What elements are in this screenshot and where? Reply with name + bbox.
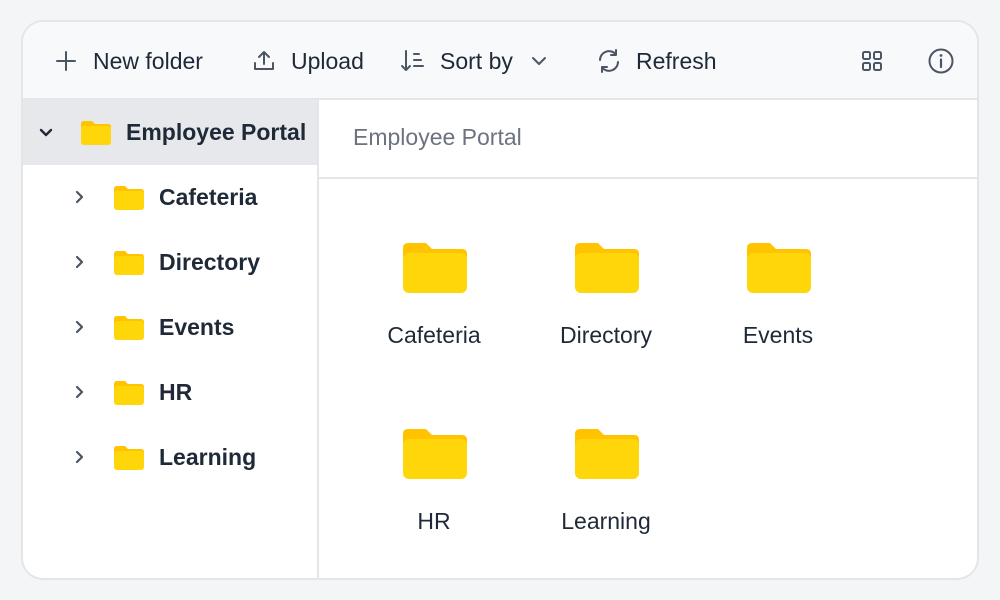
folder-tile-cafeteria[interactable]: Cafeteria: [364, 242, 504, 372]
folder-tile-hr[interactable]: HR: [364, 428, 504, 558]
folder-tile-events[interactable]: Events: [708, 242, 848, 372]
grid-view-icon: [862, 51, 882, 71]
sort-icon: [401, 50, 424, 71]
tree-item-directory[interactable]: Directory: [23, 230, 317, 295]
tree-item-events[interactable]: Events: [23, 295, 317, 360]
tree-item-cafeteria[interactable]: Cafeteria: [23, 165, 317, 230]
info-button[interactable]: [927, 22, 955, 100]
sort-by-label: Sort by: [440, 47, 513, 74]
grid-view-button[interactable]: [860, 22, 884, 100]
chevron-down-icon[interactable]: [37, 123, 55, 141]
tree-item-employee-portal[interactable]: Employee Portal: [23, 100, 317, 165]
folder-icon: [114, 381, 144, 405]
tree-item-learning[interactable]: Learning: [23, 425, 317, 490]
chevron-down-icon: [531, 57, 546, 65]
folder-tile-learning[interactable]: Learning: [536, 428, 676, 558]
chevron-right-icon[interactable]: [70, 318, 88, 336]
folder-tile-label: Learning: [561, 508, 651, 534]
file-manager-window: New folder Upload Sort by Refresh Employ…: [21, 20, 979, 580]
folder-tile-label: Cafeteria: [387, 322, 481, 348]
tree-item-label: Learning: [159, 444, 257, 470]
toolbar: New folder Upload Sort by Refresh: [23, 22, 977, 100]
upload-label: Upload: [291, 47, 364, 74]
folder-content: Employee Portal Cafeteria Directory Even…: [319, 100, 977, 578]
info-icon: [928, 48, 954, 74]
breadcrumb-current[interactable]: Employee Portal: [353, 124, 522, 151]
refresh-icon: [599, 49, 619, 73]
breadcrumb: Employee Portal: [319, 100, 977, 179]
folder-tile-label: Directory: [559, 322, 652, 348]
tree-item-label: Cafeteria: [159, 184, 258, 210]
folder-icon: [114, 446, 144, 470]
folder-tile-label: Events: [742, 322, 814, 348]
tree-item-label: Events: [159, 314, 235, 340]
folder-icon: [114, 251, 144, 275]
chevron-right-icon[interactable]: [70, 383, 88, 401]
folder-icon: [403, 429, 467, 479]
tree-item-hr[interactable]: HR: [23, 360, 317, 425]
new-folder-label: New folder: [93, 47, 203, 74]
tree-item-label: Employee Portal: [126, 119, 307, 145]
new-folder-button[interactable]: New folder: [55, 22, 203, 100]
tree-item-label: HR: [159, 379, 193, 405]
folder-icon: [575, 429, 639, 479]
folder-tile-directory[interactable]: Directory: [536, 242, 676, 372]
upload-button[interactable]: Upload: [252, 22, 364, 100]
folder-icon: [114, 316, 144, 340]
refresh-label: Refresh: [636, 47, 717, 74]
refresh-button[interactable]: Refresh: [596, 22, 717, 100]
tree-item-label: Directory: [159, 249, 260, 275]
upload-icon: [254, 51, 274, 70]
folder-icon: [575, 243, 639, 293]
folder-icon: [114, 186, 144, 210]
folder-tile-label: HR: [417, 508, 451, 534]
chevron-right-icon[interactable]: [70, 448, 88, 466]
folder-icon: [403, 243, 467, 293]
sort-by-dropdown[interactable]: Sort by: [400, 22, 549, 100]
folder-tree: Employee Portal Cafeteria Directory Even…: [23, 100, 319, 578]
plus-icon: [56, 51, 76, 71]
chevron-right-icon[interactable]: [70, 188, 88, 206]
folder-icon: [747, 243, 811, 293]
chevron-right-icon[interactable]: [70, 253, 88, 271]
folder-icon: [81, 121, 111, 145]
